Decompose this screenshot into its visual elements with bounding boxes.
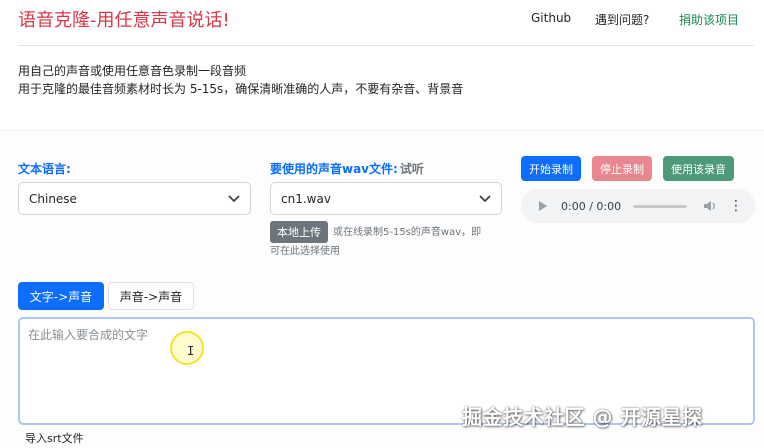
chevron-down-icon [228,194,240,203]
play-icon[interactable] [539,201,547,211]
intro-text: 用自己的声音或使用任意音色录制一段音频 用于克隆的最佳音频素材时长为 5-15s… [18,62,463,98]
nav-link-issue[interactable]: 遇到问题? [595,11,649,28]
wav-label-text: 要使用的声音wav文件: [270,162,398,176]
audio-player: 0:00 / 0:00 ⋮ [521,189,755,223]
audio-time: 0:00 / 0:00 [561,199,622,213]
local-upload-button[interactable]: 本地上传 [270,221,328,243]
wav-label: 要使用的声音wav文件: 试听 [270,160,424,177]
volume-icon[interactable] [703,197,717,216]
watermark-text: 掘金技术社区 @ 开源星探 [462,405,703,429]
language-select-value: Chinese [29,191,77,206]
language-label: 文本语言: [18,162,71,176]
top-navbar: 语音克隆-用任意声音说话! Github 遇到问题? 捐助该项目 [0,0,764,46]
wav-select[interactable]: cn1.wav [270,182,502,215]
nav-link-donate[interactable]: 捐助该项目 [679,11,739,28]
intro-line-2: 用于克隆的最佳音频素材时长为 5-15s，确保清晰准确的人声，不要有杂音、背景音 [18,82,464,96]
brand-title[interactable]: 语音克隆-用任意声音说话! [18,6,230,32]
chevron-down-icon [479,194,491,203]
tab-text-to-voice[interactable]: 文字->声音 [18,282,104,310]
start-recording-button[interactable]: 开始录制 [521,156,581,181]
more-options-icon[interactable]: ⋮ [729,199,743,213]
text-cursor-icon: I [187,344,195,358]
stop-recording-button[interactable]: 停止录制 [592,156,652,181]
upload-hint-line-2: 可在此选择使用 [270,246,340,257]
wav-listen-link[interactable]: 试听 [400,162,424,176]
nav-link-github[interactable]: Github [531,11,571,25]
audio-seek-slider[interactable] [633,204,687,208]
tab-voice-to-voice[interactable]: 声音->声音 [108,282,194,310]
use-recording-button[interactable]: 使用该录音 [663,156,734,181]
import-srt-label[interactable]: 导入srt文件 [25,430,84,446]
header-divider [18,45,754,46]
wav-select-value: cn1.wav [281,191,331,206]
upload-hint-line-1: 或在线录制5-15s的声音wav，即 [333,227,482,238]
intro-line-1: 用自己的声音或使用任意音色录制一段音频 [18,64,247,78]
language-select[interactable]: Chinese [18,182,251,215]
